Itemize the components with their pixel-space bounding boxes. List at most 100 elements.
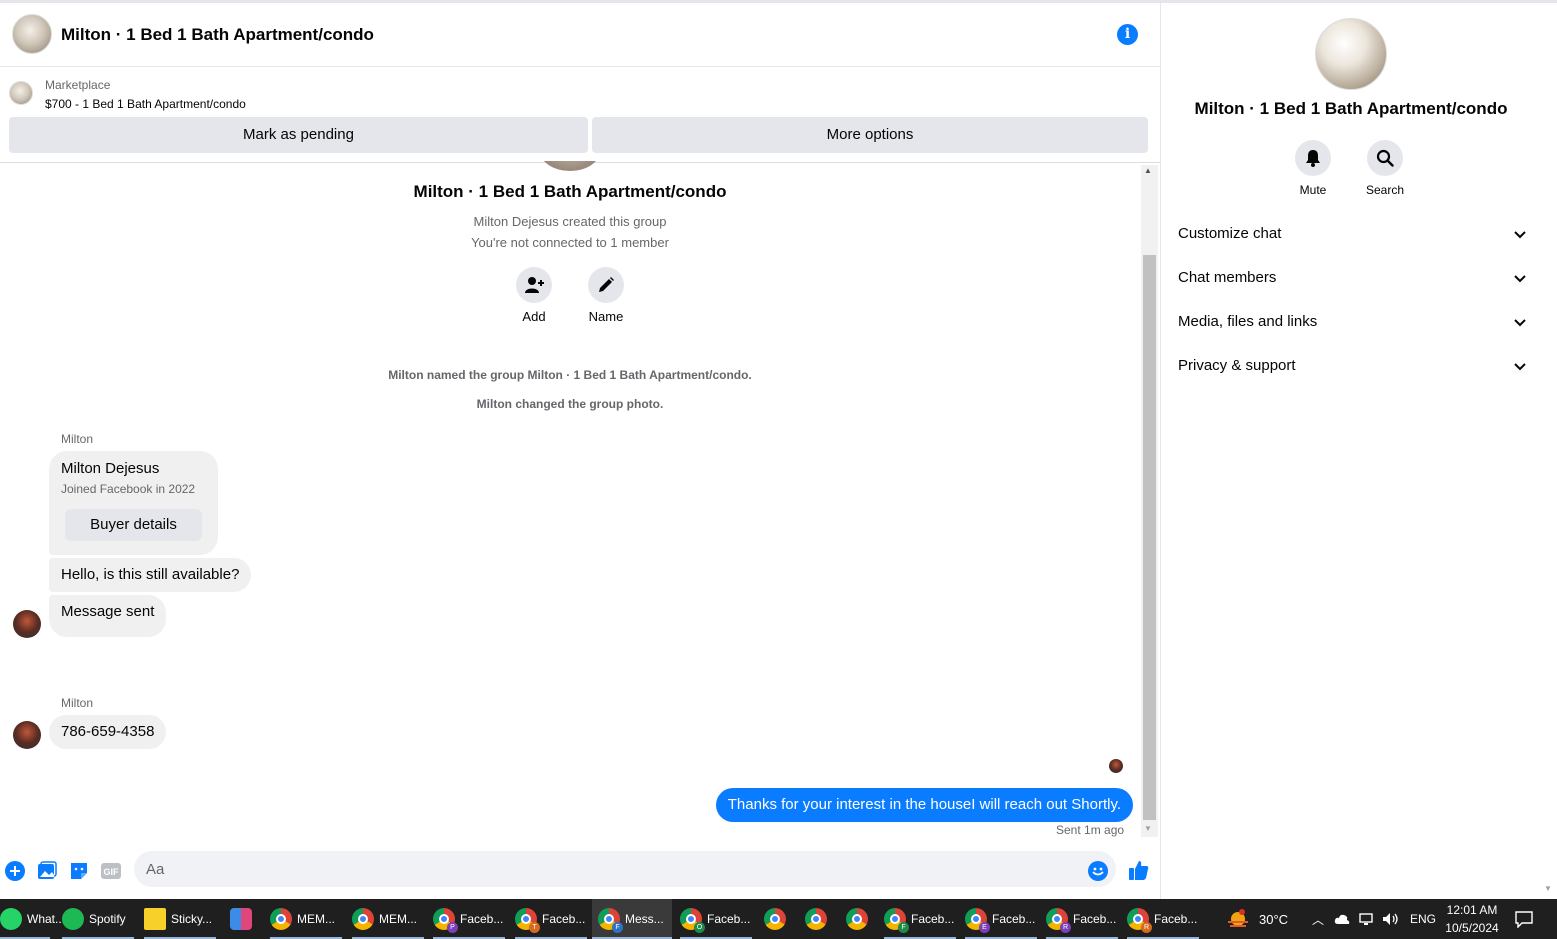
chrome-icon: R [1046,908,1071,933]
taskbar-label: Faceb... [460,912,504,926]
taskbar-label: Faceb... [1154,912,1198,926]
taskbar-chrome-messenger[interactable]: F Mess... [592,899,672,939]
taskbar-chrome-profile-c[interactable] [846,899,872,939]
add-person-icon [525,277,544,293]
emoji-icon[interactable] [1088,861,1108,881]
chrome-icon [846,908,868,930]
chevron-up-icon[interactable]: ︿ [1312,911,1324,928]
privacy-support-row[interactable]: Privacy & support [1177,347,1527,387]
message-list: Milton · 1 Bed 1 Bath Apartment/condo Mi… [0,161,1140,837]
taskbar-label: Faceb... [707,912,751,926]
mute-button[interactable]: Mute [1283,140,1343,197]
svg-text:GIF: GIF [104,867,120,877]
customize-chat-row[interactable]: Customize chat [1177,215,1527,255]
system-message: Milton changed the group photo. [476,397,664,411]
plus-icon[interactable] [5,861,25,881]
taskbar-chrome-profile-b[interactable] [805,899,831,939]
sent-status: Sent 1m ago [1056,823,1125,837]
taskbar-label: What... [27,912,66,926]
sender-avatar[interactable] [13,721,41,749]
taskbar-chrome-mem-1[interactable]: MEM... [270,899,342,939]
chrome-icon [352,908,374,930]
sender-name: Milton [61,432,94,446]
chat-info-panel: Milton · 1 Bed 1 Bath Apartment/condo Mu… [1160,3,1540,899]
notification-button[interactable] [1515,899,1533,939]
scroll-down-arrow[interactable]: ▼ [1544,884,1552,893]
buyer-joined: Joined Facebook in 2022 [61,482,196,496]
scissors-icon [230,908,252,930]
scroll-up-arrow[interactable]: ▲ [1144,166,1152,175]
taskbar-spotify[interactable]: Spotify [62,899,134,939]
chat-members-row[interactable]: Chat members [1177,259,1527,299]
outgoing-message[interactable]: Thanks for your interest in the houseI w… [715,788,1133,822]
sender-avatar[interactable] [13,610,41,638]
gif-icon[interactable]: GIF [101,861,121,881]
taskbar-chrome-facebook-o[interactable]: O Faceb... [680,899,752,939]
chrome-icon: T [515,908,540,933]
search-icon [1367,140,1403,176]
weather-widget[interactable]: 30°C [1226,899,1288,939]
system-message: Milton named the group Milton · 1 Bed 1 … [388,368,752,382]
taskbar-snipping-tool[interactable] [230,899,256,939]
language-indicator[interactable]: ENG [1410,912,1436,926]
taskbar-sticky-notes[interactable]: Sticky... [144,899,216,939]
more-options-button[interactable]: More options [592,117,1148,153]
cloud-icon[interactable] [1334,912,1350,926]
add-member-button[interactable] [516,267,552,303]
listing-title[interactable]: $700 - 1 Bed 1 Bath Apartment/condo [45,97,246,111]
group-avatar[interactable] [12,14,52,54]
taskbar-label: Faceb... [992,912,1036,926]
listing-thumbnail[interactable] [9,81,33,105]
taskbar-chrome-profile-a[interactable] [764,899,790,939]
taskbar-label: MEM... [379,912,417,926]
taskbar-chrome-facebook-e[interactable]: E Faceb... [965,899,1037,939]
incoming-message[interactable]: Message sent [49,595,167,637]
media-files-links-row[interactable]: Media, files and links [1177,303,1527,343]
scrollbar-thumb[interactable] [1143,255,1156,820]
section-label: Privacy & support [1178,357,1296,374]
group-avatar-large[interactable] [1315,18,1387,90]
buyer-name: Milton Dejesus [61,460,160,477]
like-icon[interactable] [1128,859,1150,881]
search-label: Search [1365,183,1405,197]
chrome-icon: O [680,908,705,933]
chrome-icon [805,908,827,930]
taskbar-chrome-facebook-f[interactable]: F Faceb... [884,899,956,939]
taskbar-chrome-mem-2[interactable]: MEM... [352,899,424,939]
page-scrollbar[interactable]: ▼ [1540,3,1557,899]
photo-icon[interactable] [37,861,57,881]
mark-as-pending-button[interactable]: Mark as pending [9,117,588,153]
info-icon[interactable]: i [1117,24,1138,45]
incoming-message[interactable]: Hello, is this still available? [49,558,252,592]
taskbar-label: Faceb... [1073,912,1117,926]
taskbar-chrome-facebook-p[interactable]: P Faceb... [433,899,505,939]
name-label: Name [588,309,624,324]
system-tray[interactable]: ︿ ENG [1312,899,1436,939]
sticker-icon[interactable] [69,861,89,881]
taskbar-label: Sticky... [171,912,213,926]
created-by-text: Milton Dejesus created this group [473,214,667,229]
taskbar-whatsapp[interactable]: What... [0,899,65,939]
conversation-title: Milton · 1 Bed 1 Bath Apartment/condo [413,182,727,201]
incoming-message[interactable]: 786-659-4358 [49,715,167,749]
chat-title[interactable]: Milton · 1 Bed 1 Bath Apartment/condo [61,25,374,45]
taskbar-chrome-facebook-r2[interactable]: R Faceb... [1127,899,1199,939]
clock[interactable]: 12:01 AM 10/5/2024 [1442,899,1502,939]
rename-button[interactable] [588,267,624,303]
windows-taskbar: What... Spotify Sticky... MEM... MEM... [0,899,1557,939]
chevron-down-icon [1514,231,1526,239]
taskbar-chrome-facebook-r1[interactable]: R Faceb... [1046,899,1118,939]
chevron-down-icon [1514,363,1526,371]
message-input[interactable] [134,851,1116,887]
buyer-details-button[interactable]: Buyer details [65,509,202,541]
pencil-icon [599,277,614,292]
add-label: Add [522,309,546,324]
search-button[interactable]: Search [1355,140,1415,197]
taskbar-chrome-facebook-t[interactable]: T Faceb... [515,899,587,939]
volume-icon[interactable] [1382,912,1400,926]
sticky-notes-icon [144,908,166,930]
section-label: Customize chat [1178,225,1282,242]
scroll-down-arrow[interactable]: ▼ [1144,824,1152,833]
panel-title: Milton · 1 Bed 1 Bath Apartment/condo [1194,99,1508,118]
network-icon[interactable] [1358,912,1374,926]
